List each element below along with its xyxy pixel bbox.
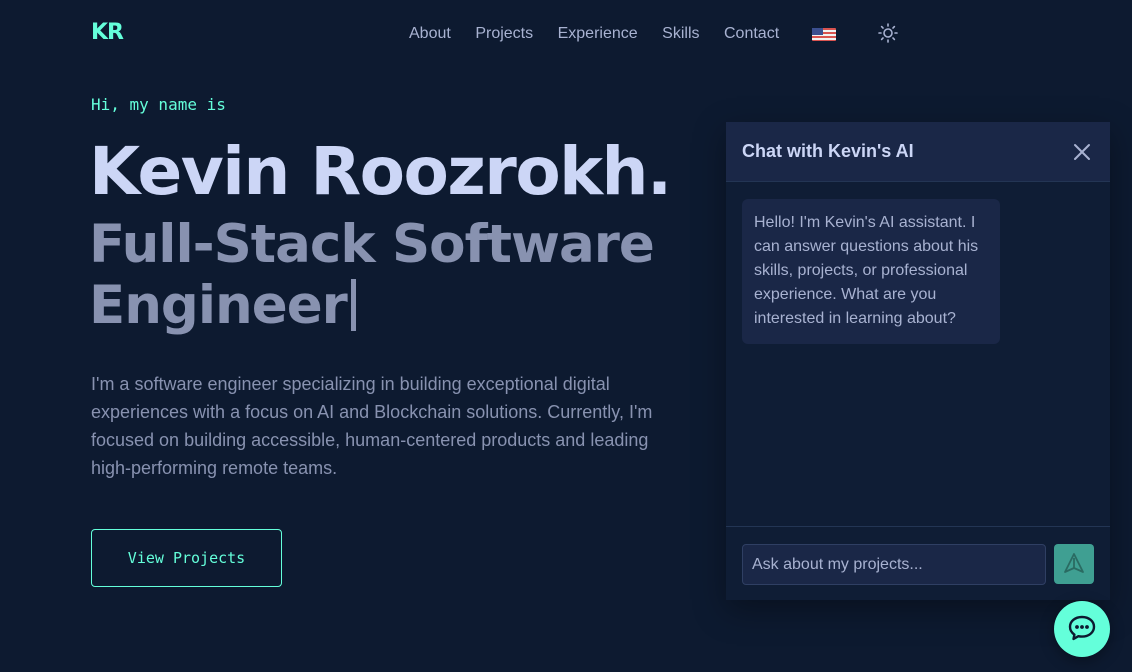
sun-icon[interactable]	[877, 23, 898, 43]
chat-bubble-icon	[1067, 613, 1097, 646]
hero-name: Kevin Roozrokh.	[89, 133, 672, 210]
send-icon	[1063, 552, 1085, 577]
hero-greeting: Hi, my name is	[91, 95, 226, 114]
nav-experience[interactable]: Experience	[558, 24, 638, 44]
chat-toggle-button[interactable]	[1054, 601, 1110, 657]
view-projects-button[interactable]: View Projects	[91, 529, 282, 587]
assistant-message: Hello! I'm Kevin's AI assistant. I can a…	[742, 199, 1000, 344]
send-button[interactable]	[1054, 544, 1094, 584]
logo[interactable]: KR	[91, 20, 124, 45]
chat-header: Chat with Kevin's AI	[726, 122, 1110, 182]
nav-contact[interactable]: Contact	[724, 24, 779, 44]
hero-bio: I'm a software engineer specializing in …	[91, 374, 653, 478]
chat-footer	[726, 526, 1110, 600]
typing-caret	[350, 279, 356, 331]
hero-role: Full-Stack Software Engineer	[89, 214, 689, 336]
main-nav: About Projects Experience Skills Contact	[409, 23, 898, 44]
chat-panel: Chat with Kevin's AI Hello! I'm Kevin's …	[726, 122, 1110, 600]
chat-title: Chat with Kevin's AI	[742, 141, 914, 161]
close-icon[interactable]	[1072, 142, 1092, 162]
chat-input[interactable]	[742, 544, 1046, 585]
us-flag-icon[interactable]	[811, 27, 836, 41]
hero-role-text: Full-Stack Software Engineer	[89, 214, 655, 336]
nav-about[interactable]: About	[409, 24, 451, 44]
nav-projects[interactable]: Projects	[475, 24, 533, 44]
nav-skills[interactable]: Skills	[662, 24, 699, 44]
